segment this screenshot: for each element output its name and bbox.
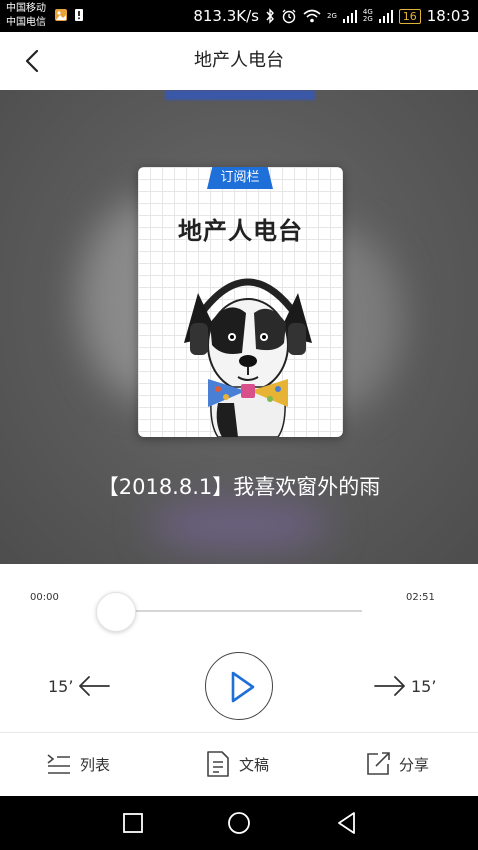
list-icon bbox=[47, 754, 70, 774]
arrow-left-icon bbox=[79, 676, 111, 696]
triangle-back-icon bbox=[338, 812, 355, 834]
net-2g-b-label: 2G bbox=[362, 15, 373, 23]
recent-apps-button[interactable] bbox=[120, 810, 146, 836]
bluetooth-icon bbox=[266, 8, 274, 24]
share-label: 分享 bbox=[399, 755, 430, 774]
home-button[interactable] bbox=[226, 810, 252, 836]
list-button[interactable]: 列表 bbox=[46, 748, 110, 780]
net-2g: 2G bbox=[326, 11, 337, 20]
hero-background: 订阅栏 地产人电台 【2018.8.1】我喜欢窗外的雨 bbox=[0, 90, 478, 564]
forward-15-button[interactable]: 15’ bbox=[373, 670, 436, 702]
page-title: 地产人电台 bbox=[194, 50, 284, 71]
net-2g-label: 2G bbox=[326, 11, 337, 20]
progress-bar[interactable] bbox=[116, 610, 362, 612]
net-4g: 4G 2G bbox=[363, 9, 373, 23]
progress-knob[interactable] bbox=[96, 592, 136, 632]
arrow-right-icon bbox=[374, 676, 405, 696]
carrier-2: 中国电信 bbox=[6, 17, 46, 28]
total-time: 02:51 bbox=[406, 592, 435, 603]
cover-title: 地产人电台 bbox=[178, 217, 303, 245]
list-label: 列表 bbox=[80, 755, 111, 774]
play-icon bbox=[231, 671, 255, 703]
rewind-label: 15’ bbox=[48, 676, 74, 696]
current-time: 00:00 bbox=[30, 592, 59, 603]
system-nav-bar bbox=[0, 796, 478, 850]
system-back-button[interactable] bbox=[334, 810, 360, 836]
status-right: 813.3K/s 2G 4G 2G 16 18:03 bbox=[193, 0, 470, 32]
transcript-button[interactable]: 文稿 bbox=[205, 748, 269, 780]
transcript-label: 文稿 bbox=[239, 755, 270, 774]
dog-illustration bbox=[184, 278, 312, 437]
hero-blur-shape bbox=[150, 500, 330, 550]
hero-blur-strip bbox=[165, 90, 315, 100]
wifi-icon bbox=[303, 9, 321, 23]
divider bbox=[0, 732, 478, 733]
square-icon bbox=[123, 813, 143, 833]
album-cover[interactable]: 订阅栏 地产人电台 bbox=[138, 167, 343, 437]
photo-notification-icon bbox=[55, 9, 67, 21]
carrier-1: 中国移动 bbox=[6, 3, 46, 14]
status-time: 18:03 bbox=[426, 7, 470, 25]
document-icon bbox=[207, 751, 229, 777]
episode-title: 【2018.8.1】我喜欢窗外的雨 bbox=[97, 475, 381, 499]
share-button[interactable]: 分享 bbox=[365, 748, 429, 780]
subscribe-badge: 订阅栏 bbox=[207, 167, 273, 189]
battery-indicator: 16 bbox=[398, 8, 421, 24]
rewind-15-button[interactable]: 15’ bbox=[48, 670, 111, 702]
play-button[interactable] bbox=[205, 652, 273, 720]
net-speed: 813.3K/s bbox=[193, 7, 259, 25]
share-icon bbox=[367, 752, 390, 775]
alert-notification-icon bbox=[75, 9, 83, 21]
carrier-info: 中国移动 中国电信 bbox=[6, 2, 46, 30]
forward-label: 15’ bbox=[411, 676, 437, 696]
circle-icon bbox=[228, 812, 250, 834]
status-bar: 中国移动 中国电信 813.3K/s 2G 4G 2G 16 18:03 bbox=[0, 0, 478, 32]
nav-bar: 地产人电台 bbox=[0, 32, 478, 90]
signal-icon bbox=[342, 10, 357, 23]
signal-icon-2 bbox=[378, 10, 393, 23]
alarm-icon bbox=[282, 9, 296, 24]
